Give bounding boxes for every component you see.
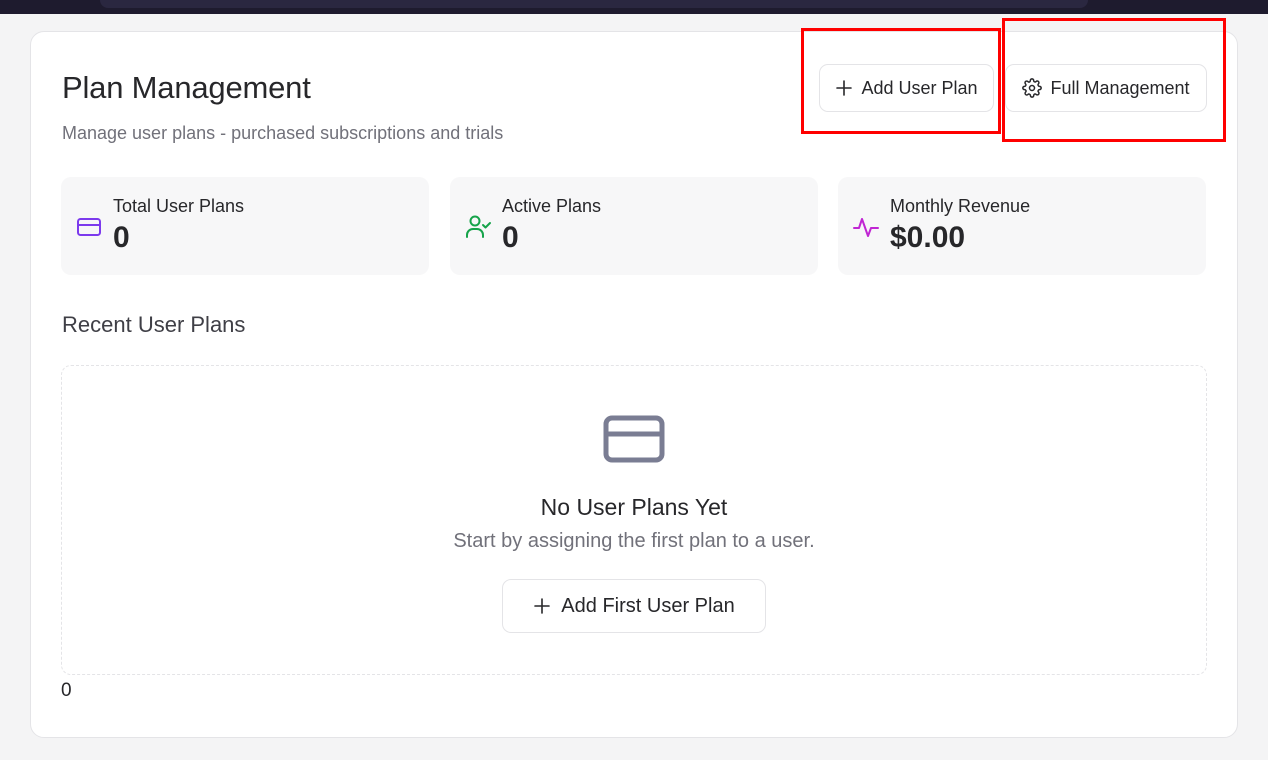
full-management-button[interactable]: Full Management <box>1005 64 1207 112</box>
plan-count: 0 <box>61 680 72 701</box>
stat-label: Monthly Revenue <box>890 196 1031 216</box>
empty-state: No User Plans Yet Start by assigning the… <box>61 365 1207 675</box>
user-check-icon <box>466 215 491 238</box>
plus-icon <box>836 80 853 96</box>
add-first-user-plan-label: Add First User Plan <box>561 594 735 617</box>
top-bar-inner <box>100 0 1088 8</box>
add-user-plan-button[interactable]: Add User Plan <box>819 64 994 112</box>
credit-card-icon <box>77 218 101 236</box>
stat-value: 0 <box>502 221 519 254</box>
empty-state-text: Start by assigning the first plan to a u… <box>453 530 815 552</box>
top-bar <box>0 0 1268 14</box>
gear-icon <box>1022 78 1043 98</box>
stat-label: Active Plans <box>502 196 602 216</box>
credit-card-icon <box>603 415 665 463</box>
stat-card-active-plans: Active Plans 0 <box>450 177 818 275</box>
stat-label: Total User Plans <box>113 196 245 216</box>
full-management-label: Full Management <box>1050 77 1190 98</box>
plus-icon <box>534 598 551 614</box>
empty-state-title: No User Plans Yet <box>540 494 728 520</box>
recent-user-plans-title: Recent User Plans <box>62 312 246 337</box>
stat-card-monthly-revenue: Monthly Revenue $0.00 <box>838 177 1206 275</box>
stat-value: $0.00 <box>890 221 966 254</box>
add-user-plan-label: Add User Plan <box>861 77 978 98</box>
page-title: Plan Management <box>62 70 311 105</box>
page-subtitle: Manage user plans - purchased subscripti… <box>62 123 504 143</box>
stat-value: 0 <box>113 221 130 254</box>
activity-icon <box>853 218 879 237</box>
stat-card-total-user-plans: Total User Plans 0 <box>61 177 429 275</box>
plan-management-card: Plan Management Manage user plans - purc… <box>30 18 1238 738</box>
add-first-user-plan-button[interactable]: Add First User Plan <box>502 579 766 633</box>
